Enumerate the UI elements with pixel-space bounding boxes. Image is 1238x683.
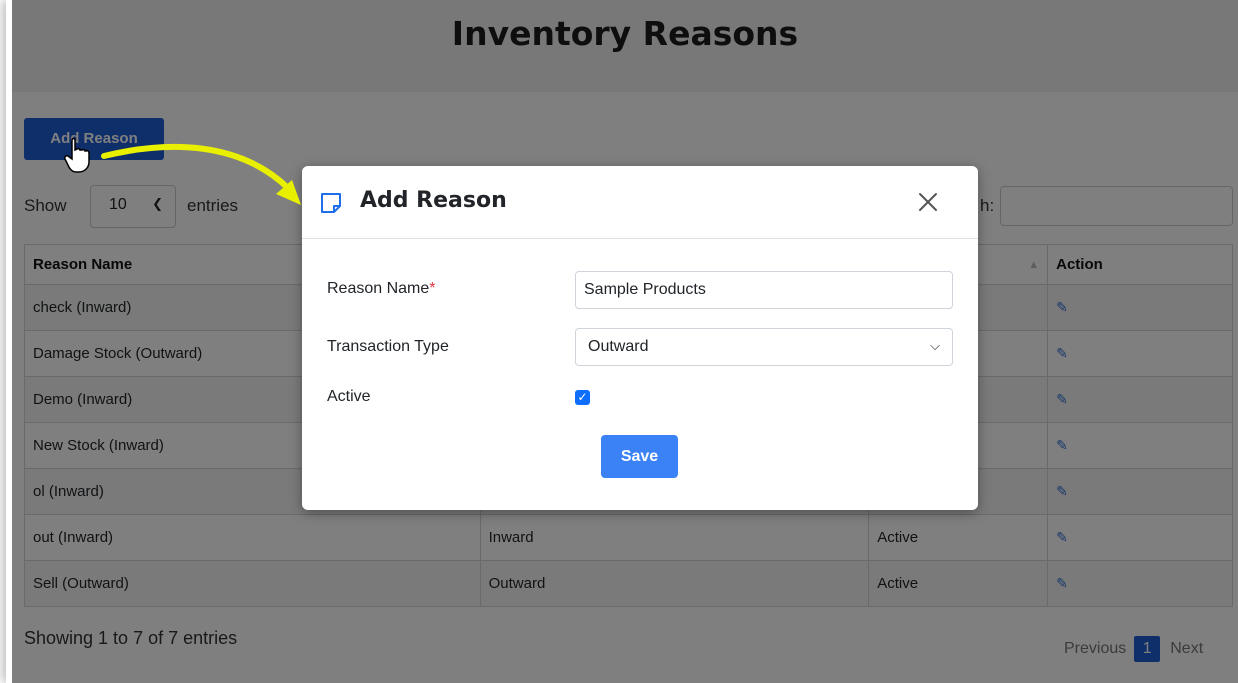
required-asterisk: * (429, 280, 436, 297)
add-reason-modal: Add Reason Reason Name* Sample Products … (302, 166, 978, 510)
modal-title: Add Reason (360, 188, 507, 213)
transaction-type-label: Transaction Type (327, 338, 449, 355)
note-icon (321, 193, 341, 213)
save-button[interactable]: Save (601, 435, 678, 478)
reason-name-input[interactable]: Sample Products (575, 271, 953, 309)
transaction-type-select[interactable]: Outward ⌵ (575, 328, 953, 366)
transaction-type-value: Outward (588, 338, 649, 355)
reason-name-label: Reason Name* (327, 280, 436, 298)
modal-header: Add Reason (302, 166, 978, 239)
reason-name-label-text: Reason Name (327, 280, 430, 297)
active-checkbox[interactable]: ✓ (575, 390, 590, 405)
close-icon[interactable] (916, 190, 940, 214)
chevron-down-icon: ⌵ (930, 338, 940, 353)
active-label: Active (327, 388, 371, 405)
